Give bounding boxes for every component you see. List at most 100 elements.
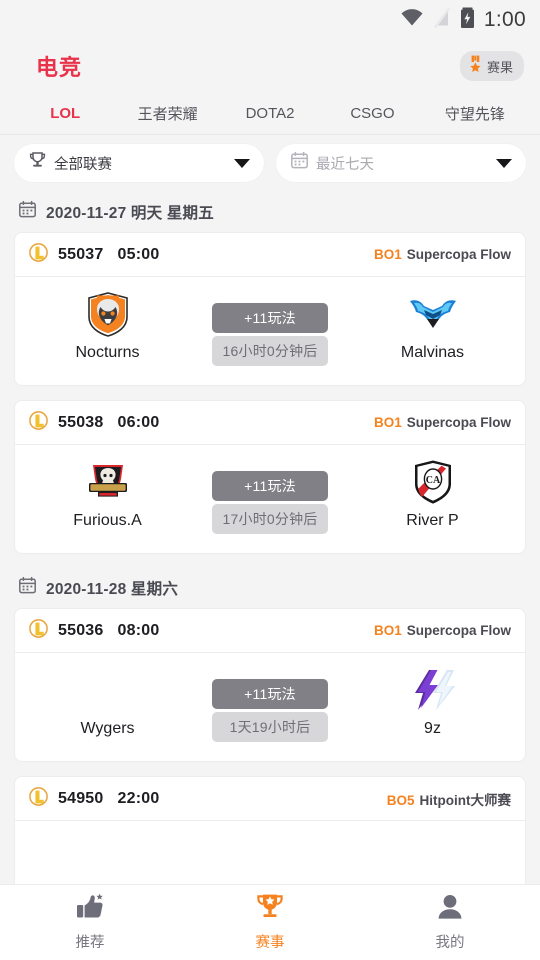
match-id: 55036 (58, 621, 104, 639)
status-bar-clock: 1:00 (483, 8, 526, 31)
bottom-navigation: 推荐 赛事 我的 (0, 884, 540, 960)
tab-overwatch[interactable]: 守望先锋 (424, 103, 526, 124)
app-header: 电竞 赛果 (0, 40, 540, 92)
lol-icon (28, 786, 49, 812)
nav-item-matches-label: 赛事 (255, 935, 285, 951)
tab-dota2[interactable]: DOTA2 (219, 105, 321, 122)
home-team-name: Wygers (80, 720, 135, 737)
match-time: 08:00 (117, 621, 160, 639)
9z-logo (409, 667, 457, 713)
match-center-info: +11玩法 16小时0分钟后 (200, 291, 340, 366)
match-card-body: Nocturns +11玩法 16小时0分钟后 Malvinas (15, 277, 525, 385)
lol-icon (28, 618, 49, 644)
date-group-label: 2020-11-28 星期六 (46, 581, 179, 598)
match-card[interactable]: 55037 05:00 BO1 Supercopa Flow Nocturns … (14, 232, 526, 386)
date-group-label: 2020-11-27 明天 星期五 (46, 205, 214, 222)
filter-bar: 全部联赛 最近七天 (0, 135, 540, 192)
match-card-header: 55037 05:00 BO1 Supercopa Flow (15, 233, 525, 277)
calendar-icon (290, 151, 309, 175)
match-format-badge: BO1 (373, 415, 402, 430)
lol-icon (28, 410, 49, 436)
person-icon (435, 893, 465, 926)
nav-item-matches[interactable]: 赛事 (180, 893, 360, 952)
match-id: 55037 (58, 245, 104, 263)
match-card-header: 55036 08:00 BO1 Supercopa Flow (15, 609, 525, 653)
match-league-name: Hitpoint大师赛 (419, 792, 511, 808)
match-league-info: BO1 Supercopa Flow (374, 415, 511, 430)
home-team-name: Furious.A (73, 512, 142, 529)
match-card-body: Wygers +11玩法 1天19小时后 9z (15, 653, 525, 761)
match-time: 06:00 (117, 413, 160, 431)
away-team: 9z (340, 667, 525, 738)
match-card[interactable]: 55036 08:00 BO1 Supercopa Flow Wygers +1… (14, 608, 526, 762)
results-button-label: 赛果 (486, 59, 513, 75)
page-title: 电竞 (36, 55, 83, 80)
medal-icon (468, 55, 483, 77)
league-filter-dropdown[interactable]: 全部联赛 (14, 144, 264, 182)
match-time: 05:00 (117, 245, 160, 263)
nav-item-profile[interactable]: 我的 (360, 893, 540, 952)
play-count-badge[interactable]: +11玩法 (212, 679, 328, 709)
match-center-info: +11玩法 1天19小时后 (200, 667, 340, 742)
match-card-header: 54950 22:00 BO5 Hitpoint大师赛 (15, 777, 525, 821)
malvinas-logo (408, 291, 458, 337)
wifi-icon (400, 7, 424, 34)
svg-text:CA: CA (425, 475, 440, 486)
app-root: 1:00 电竞 赛果 LOL 王者荣耀 DOTA2 CSGO 守望先锋 全部联赛… (0, 0, 540, 960)
home-team-name: Nocturns (75, 344, 140, 361)
chevron-down-icon (496, 158, 512, 168)
match-format-badge: BO1 (373, 623, 402, 638)
match-league-info: BO5 Hitpoint大师赛 (387, 789, 511, 809)
play-count-badge[interactable]: +11玩法 (212, 303, 328, 333)
match-league-info: BO1 Supercopa Flow (374, 247, 511, 262)
status-bar: 1:00 (0, 0, 540, 40)
tab-honor-of-kings[interactable]: 王者荣耀 (116, 103, 218, 124)
trophy-icon (28, 151, 47, 175)
date-filter-dropdown[interactable]: 最近七天 (276, 144, 526, 182)
away-team-name: 9z (424, 720, 441, 737)
nocturns-logo (86, 291, 130, 337)
play-count-badge[interactable]: +11玩法 (212, 471, 328, 501)
calendar-icon (18, 200, 37, 224)
match-league-name: Supercopa Flow (406, 623, 511, 638)
away-team: Malvinas (340, 291, 525, 362)
tab-lol[interactable]: LOL (14, 105, 116, 122)
trophy-icon (255, 893, 285, 926)
home-team: Nocturns (15, 291, 200, 362)
riverplate-logo: CA (413, 459, 453, 505)
battery-charging-icon (460, 7, 475, 34)
results-button[interactable]: 赛果 (459, 51, 524, 81)
match-card-body: Furious.A +11玩法 17小时0分钟后 CA River P (15, 445, 525, 553)
nav-item-recommend[interactable]: 推荐 (0, 893, 180, 952)
league-filter-value: 全部联赛 (54, 156, 112, 173)
date-filter-value: 最近七天 (316, 156, 374, 173)
match-league-name: Supercopa Flow (406, 415, 511, 430)
match-id: 54950 (58, 789, 104, 807)
nav-item-profile-label: 我的 (435, 935, 465, 951)
date-group-header: 2020-11-27 明天 星期五 (14, 192, 526, 232)
away-team: CA River P (340, 459, 525, 530)
match-format-badge: BO5 (386, 792, 415, 808)
signal-off-icon (433, 7, 451, 34)
furious-logo (85, 459, 131, 505)
game-tabs: LOL 王者荣耀 DOTA2 CSGO 守望先锋 (0, 92, 540, 134)
calendar-icon (18, 576, 37, 600)
match-id: 55038 (58, 413, 104, 431)
home-team: Furious.A (15, 459, 200, 530)
countdown-badge: 17小时0分钟后 (212, 504, 328, 534)
match-league-info: BO1 Supercopa Flow (374, 623, 511, 638)
match-format-badge: BO1 (373, 247, 402, 262)
lol-icon (28, 242, 49, 268)
match-card-header: 55038 06:00 BO1 Supercopa Flow (15, 401, 525, 445)
away-team-name: River P (406, 512, 459, 529)
thumbs-up-icon (75, 893, 105, 926)
nav-item-recommend-label: 推荐 (75, 935, 105, 951)
match-card[interactable]: 55038 06:00 BO1 Supercopa Flow Furious.A… (14, 400, 526, 554)
match-league-name: Supercopa Flow (406, 247, 511, 262)
countdown-badge: 16小时0分钟后 (212, 336, 328, 366)
date-group-header: 2020-11-28 星期六 (14, 568, 526, 608)
chevron-down-icon (234, 158, 250, 168)
match-time: 22:00 (117, 789, 160, 807)
match-list[interactable]: 2020-11-27 明天 星期五 55037 05:00 BO1 Superc… (0, 192, 540, 960)
tab-csgo[interactable]: CSGO (321, 105, 423, 122)
